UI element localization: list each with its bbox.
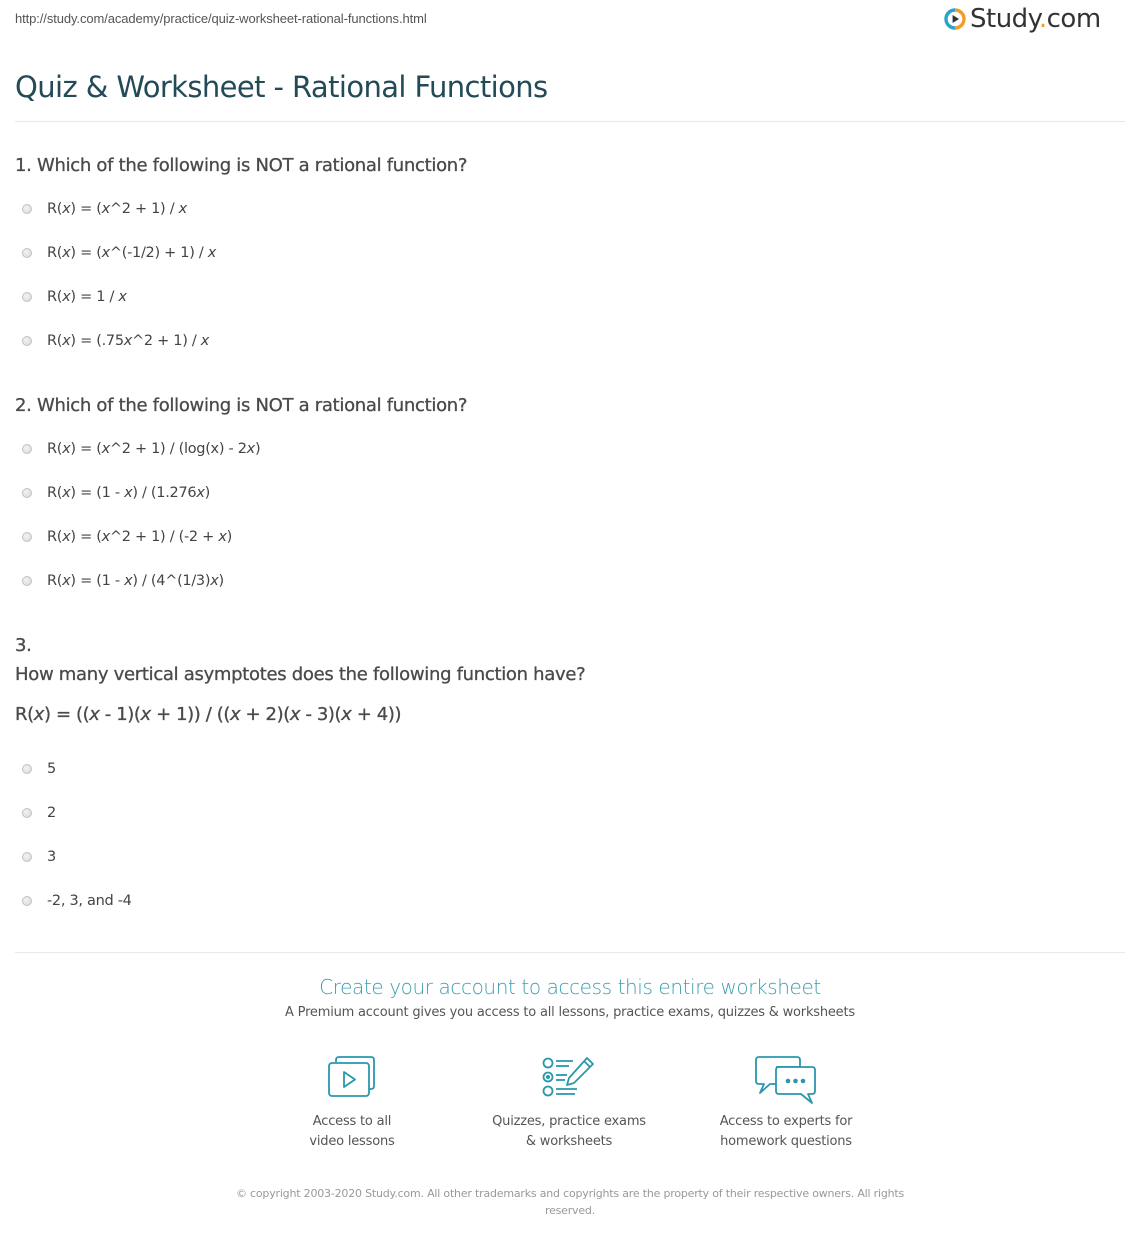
option-label: R(x) = (x^2 + 1) / (log(x) - 2x)	[47, 441, 261, 457]
question-3-formula: R(x) = ((x - 1)(x + 1)) / ((x + 2)(x - 3…	[15, 704, 402, 725]
play-circle-logo-icon	[944, 8, 966, 30]
radio-button[interactable]	[22, 896, 32, 906]
chat-bubbles-icon	[755, 1056, 816, 1104]
option-label: R(x) = (1 - x) / (4^(1/3)x)	[47, 573, 224, 589]
divider	[15, 121, 1125, 122]
question-2-heading: 2. Which of the following is NOT a ratio…	[15, 395, 468, 416]
question-3-option-2[interactable]: 2	[22, 805, 56, 821]
question-1-option-2[interactable]: R(x) = (x^(-1/2) + 1) / x	[22, 245, 216, 261]
feature-video-lessons: Access to all video lessons	[242, 1055, 462, 1152]
quiz-checklist-icon	[542, 1057, 594, 1097]
question-2-option-4[interactable]: R(x) = (1 - x) / (4^(1/3)x)	[22, 573, 224, 589]
divider	[15, 952, 1125, 953]
radio-button[interactable]	[22, 336, 32, 346]
study-logo[interactable]: Study.com	[944, 6, 1101, 32]
cta-subtitle: A Premium account gives you access to al…	[285, 1005, 855, 1020]
question-3-option-3[interactable]: 3	[22, 849, 56, 865]
radio-button[interactable]	[22, 204, 32, 214]
feature-label: Access to experts for homework questions	[719, 1114, 853, 1149]
radio-button[interactable]	[22, 532, 32, 542]
question-2-option-3[interactable]: R(x) = (x^2 + 1) / (-2 + x)	[22, 529, 232, 545]
logo-wordmark: Study.com	[970, 4, 1101, 34]
page-title: Quiz & Worksheet - Rational Functions	[15, 70, 548, 104]
option-label: R(x) = (1 - x) / (1.276x)	[47, 485, 210, 501]
radio-button[interactable]	[22, 576, 32, 586]
radio-button[interactable]	[22, 488, 32, 498]
option-label: R(x) = 1 / x	[47, 289, 127, 305]
radio-button[interactable]	[22, 808, 32, 818]
question-1-option-4[interactable]: R(x) = (.75x^2 + 1) / x	[22, 333, 209, 349]
radio-button[interactable]	[22, 444, 32, 454]
feature-quizzes: Quizzes, practice exams & worksheets	[459, 1055, 679, 1152]
question-1-option-3[interactable]: R(x) = 1 / x	[22, 289, 127, 305]
question-1-heading: 1. Which of the following is NOT a ratio…	[15, 155, 468, 176]
question-3-number: 3.	[15, 635, 32, 656]
question-1-option-1[interactable]: R(x) = (x^2 + 1) / x	[22, 201, 187, 217]
page-url: http://study.com/academy/practice/quiz-w…	[15, 11, 427, 26]
radio-button[interactable]	[22, 292, 32, 302]
option-label: R(x) = (x^2 + 1) / (-2 + x)	[47, 529, 232, 545]
copyright: © copyright 2003-2020 Study.com. All oth…	[235, 1187, 905, 1217]
option-label: 2	[47, 805, 56, 821]
feature-label: Quizzes, practice exams & worksheets	[492, 1114, 646, 1149]
radio-button[interactable]	[22, 764, 32, 774]
option-label: R(x) = (x^(-1/2) + 1) / x	[47, 245, 217, 261]
radio-button[interactable]	[22, 852, 32, 862]
question-2-option-2[interactable]: R(x) = (1 - x) / (1.276x)	[22, 485, 210, 501]
option-label: 5	[47, 761, 56, 777]
question-3-heading: How many vertical asymptotes does the fo…	[15, 664, 586, 685]
feature-experts: Access to experts for homework questions	[676, 1055, 896, 1152]
create-account-link[interactable]: Create your account to access this entir…	[0, 975, 1140, 999]
question-2-option-1[interactable]: R(x) = (x^2 + 1) / (log(x) - 2x)	[22, 441, 261, 457]
feature-label: Access to all video lessons	[309, 1114, 395, 1149]
question-3-option-1[interactable]: 5	[22, 761, 56, 777]
question-3-option-4[interactable]: -2, 3, and -4	[22, 893, 132, 909]
option-label: R(x) = (.75x^2 + 1) / x	[47, 333, 210, 349]
option-label: 3	[47, 849, 56, 865]
radio-button[interactable]	[22, 248, 32, 258]
option-label: -2, 3, and -4	[47, 893, 132, 909]
option-label: R(x) = (x^2 + 1) / x	[47, 201, 187, 217]
video-lessons-icon	[328, 1056, 375, 1097]
